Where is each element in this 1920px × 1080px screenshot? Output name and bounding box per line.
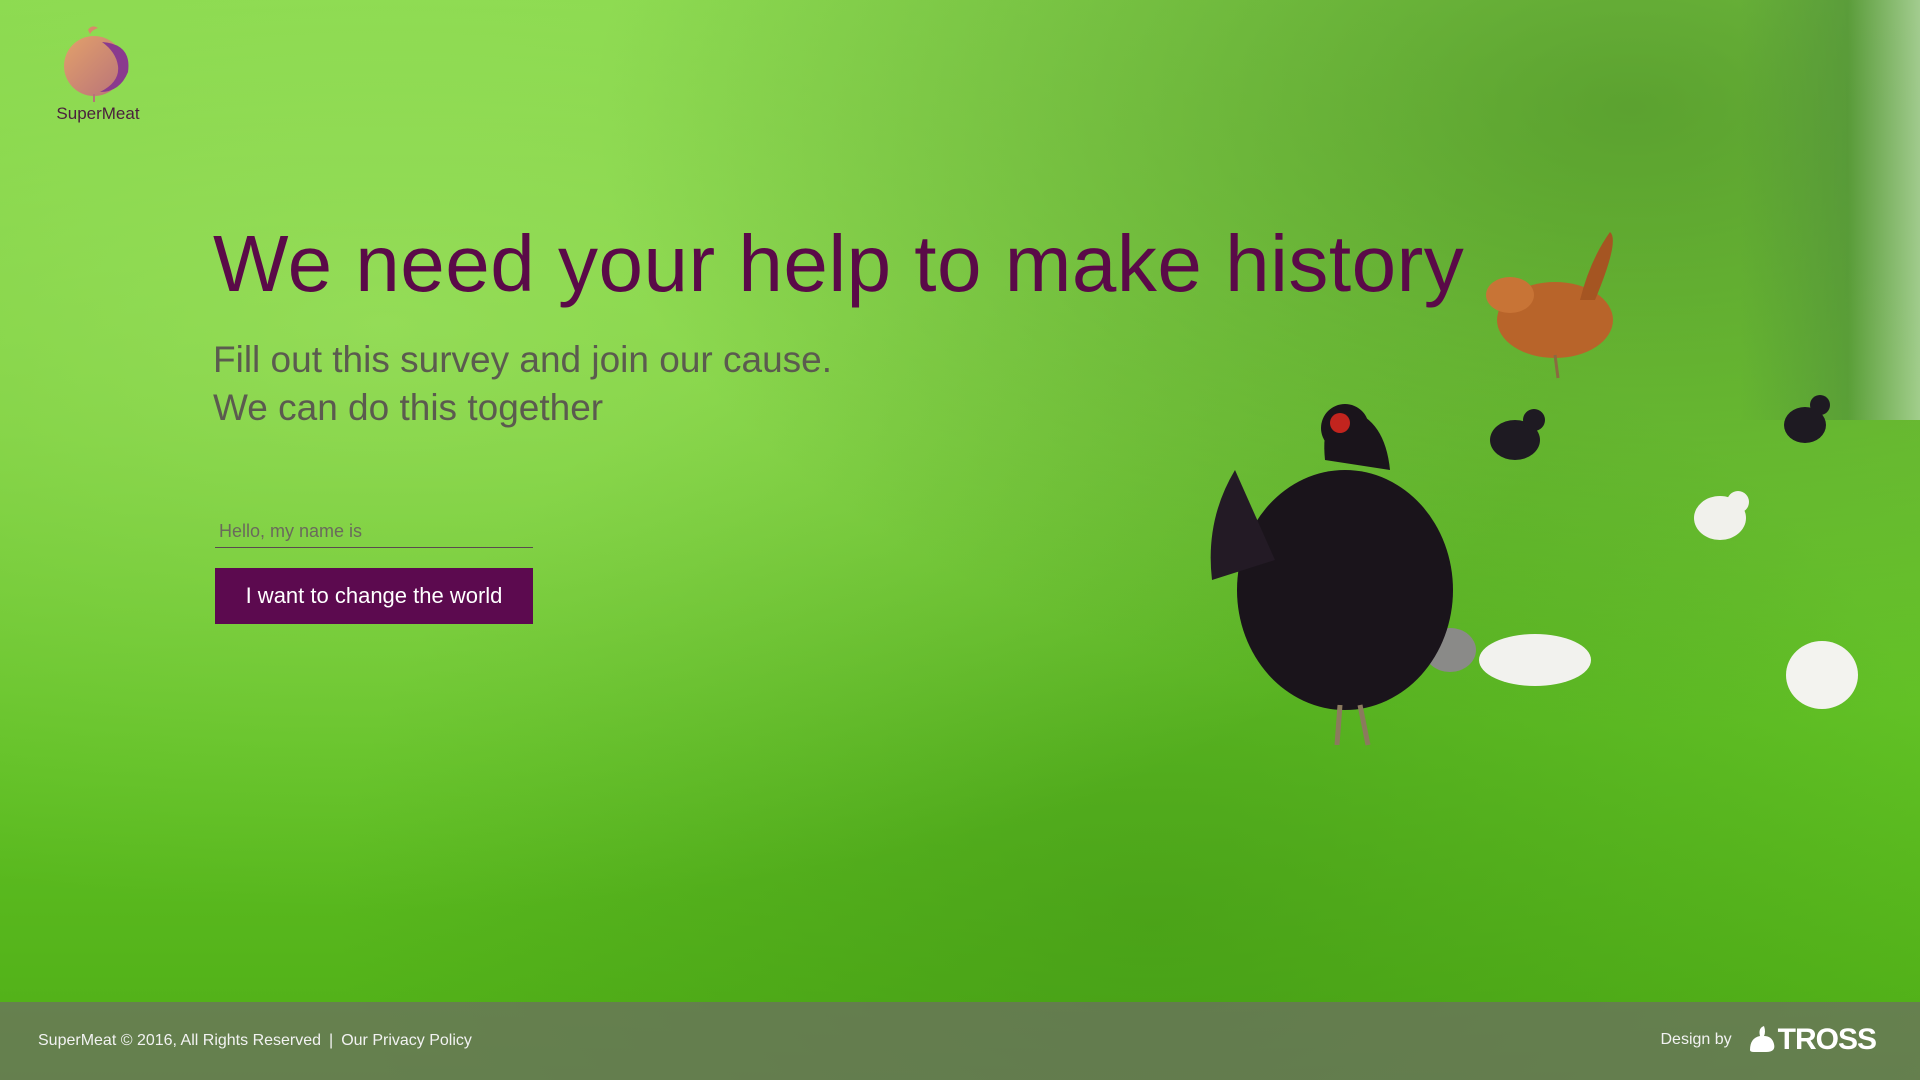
white-chick-image: [1786, 641, 1858, 709]
brown-hen-image: [1486, 232, 1613, 379]
footer: SuperMeat © 2016, All Rights Reserved | Ou…: [0, 1002, 1920, 1080]
chicken-logo-icon: [64, 26, 129, 102]
white-chick-image: [1424, 628, 1591, 686]
black-chick-image: [1490, 409, 1545, 460]
white-chick-image: [1694, 491, 1749, 540]
hero-subtitle-line-2: We can do this together: [213, 387, 604, 428]
privacy-policy-link[interactable]: Our Privacy Policy: [341, 1032, 472, 1049]
designer-logo[interactable]: TROSS: [1746, 1023, 1877, 1057]
footer-separator: |: [329, 1032, 334, 1049]
rabbit-logo-icon: [1749, 1026, 1774, 1052]
hero-section: We need your help to make history Fill o…: [213, 218, 1464, 432]
page-title: We need your help to make history: [213, 219, 1465, 308]
footer-left: SuperMeat © 2016, All Rights Reserved | Ou…: [38, 1032, 472, 1050]
change-the-world-button[interactable]: I want to change the world: [215, 568, 533, 624]
chickens-illustration: [1210, 232, 1858, 746]
design-by-label: Design by: [1660, 1031, 1732, 1048]
name-input[interactable]: [215, 516, 533, 548]
footer-right: Design by TROSS: [1660, 1023, 1877, 1057]
supermeat-logo[interactable]: SuperMeat: [50, 22, 146, 132]
designer-logo-text: TROSS: [1777, 1023, 1877, 1056]
brand-name: SuperMeat: [56, 104, 140, 123]
hero-subtitle: Fill out this survey and join our cause.…: [213, 336, 1464, 432]
hero-subtitle-line-1: Fill out this survey and join our cause.: [213, 339, 833, 380]
signup-form: I want to change the world: [215, 516, 533, 624]
black-chick-image: [1784, 395, 1830, 443]
copyright-text: SuperMeat © 2016, All Rights Reserved: [38, 1032, 322, 1049]
black-hen-image: [1210, 404, 1453, 746]
